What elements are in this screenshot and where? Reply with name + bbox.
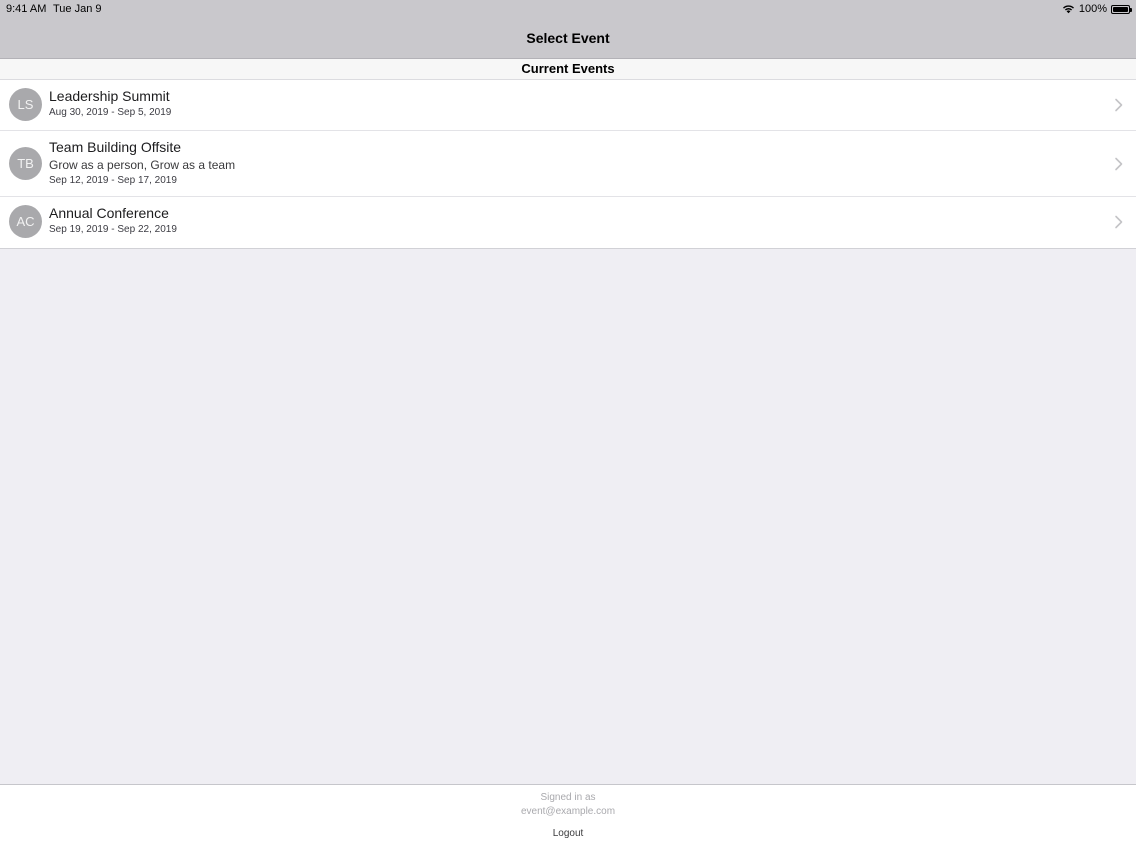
battery-level-fill (1113, 6, 1128, 12)
status-right: 100% (1062, 0, 1132, 18)
top-bar: 9:41 AM Tue Jan 9 100% Select Event (0, 0, 1136, 59)
avatar: TB (9, 147, 42, 180)
chevron-right-icon (1115, 98, 1123, 112)
event-title: Team Building Offsite (49, 139, 182, 155)
event-dates: Sep 12, 2019 - Sep 17, 2019 (49, 175, 177, 186)
event-subtitle: Grow as a person, Grow as a team (49, 158, 236, 172)
status-date: Tue Jan 9 (53, 3, 102, 15)
event-row-leadership-summit[interactable]: LS Leadership Summit Aug 30, 2019 - Sep … (0, 80, 1136, 131)
wifi-icon (1062, 5, 1074, 14)
event-row-team-building-offsite[interactable]: TB Team Building Offsite Grow as a perso… (0, 131, 1136, 197)
status-bar: 9:41 AM Tue Jan 9 100% (0, 0, 1136, 18)
avatar: LS (9, 88, 42, 121)
signed-in-email: event@example.com (520, 806, 616, 817)
status-time: 9:41 AM (6, 3, 47, 15)
event-dates: Sep 19, 2019 - Sep 22, 2019 (49, 224, 177, 235)
event-title: Leadership Summit (49, 88, 170, 104)
event-dates: Aug 30, 2019 - Sep 5, 2019 (49, 107, 172, 118)
event-text: Team Building Offsite Grow as a person, … (49, 138, 235, 188)
battery-icon (1111, 4, 1132, 14)
event-text: Annual Conference Sep 19, 2019 - Sep 22,… (49, 204, 177, 237)
section-header-current-events: Current Events (0, 59, 1136, 80)
account-footer: Signed in as event@example.com Logout (0, 784, 1136, 852)
event-title: Annual Conference (49, 205, 169, 221)
chevron-right-icon (1115, 215, 1123, 229)
event-list: LS Leadership Summit Aug 30, 2019 - Sep … (0, 80, 1136, 249)
avatar: AC (9, 205, 42, 238)
signed-in-label: Signed in as (540, 792, 596, 803)
chevron-right-icon (1115, 157, 1123, 171)
app-window: 9:41 AM Tue Jan 9 100% Select Event Curr… (0, 0, 1136, 852)
logout-button[interactable]: Logout (518, 827, 618, 841)
page-title: Select Event (526, 30, 610, 46)
event-row-annual-conference[interactable]: AC Annual Conference Sep 19, 2019 - Sep … (0, 197, 1136, 248)
event-text: Leadership Summit Aug 30, 2019 - Sep 5, … (49, 87, 171, 120)
battery-percent: 100% (1078, 3, 1107, 15)
